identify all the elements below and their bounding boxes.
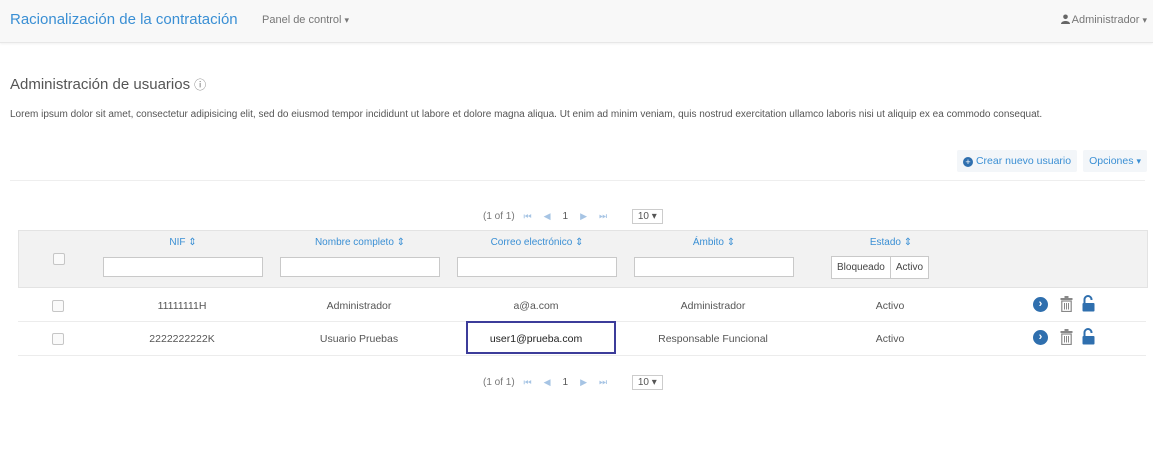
cell-ambito: Responsable Funcional (658, 333, 768, 345)
prev-page-icon[interactable]: ◀ (544, 211, 551, 221)
page-info: (1 of 1) (483, 211, 515, 222)
page-number[interactable]: 1 (563, 377, 569, 388)
cell-correo: a@a.com (513, 300, 559, 312)
rows-per-page-select[interactable]: 10 ▾ (631, 375, 663, 390)
row-checkbox[interactable] (52, 300, 64, 312)
user-menu[interactable]: Administrador ▾ (1060, 14, 1147, 26)
row-divider (18, 355, 1146, 356)
page-info: (1 of 1) (483, 377, 515, 388)
column-header-ambito[interactable]: Ámbito ⇕ (634, 237, 794, 248)
ambito-filter-input[interactable] (634, 257, 794, 277)
top-navbar: Racionalización de la contratación Panel… (0, 0, 1153, 43)
cell-ambito: Administrador (680, 300, 746, 312)
highlight-box (466, 321, 616, 354)
column-header-nif[interactable]: NIF ⇕ (103, 237, 263, 248)
page-title: Administración de usuarios ⓘ (10, 76, 206, 93)
chevron-down-icon: ▾ (344, 15, 350, 25)
nombre-filter-input[interactable] (280, 257, 440, 277)
user-menu-label: Administrador (1071, 14, 1140, 26)
panel-control-menu[interactable]: Panel de control ▾ (262, 14, 349, 26)
cell-nif: 2222222222K (149, 333, 215, 345)
cell-estado: Activo (875, 300, 905, 312)
page-title-text: Administración de usuarios (10, 76, 191, 93)
select-all-checkbox[interactable] (53, 253, 65, 265)
options-button[interactable]: Opciones ▾ (1083, 150, 1147, 172)
first-page-icon[interactable]: ⏮ (523, 377, 531, 387)
cell-estado: Activo (875, 333, 905, 345)
create-user-label: Crear nuevo usuario (975, 155, 1072, 167)
unlock-icon[interactable] (1082, 328, 1095, 345)
table-header: NIF ⇕ Nombre completo ⇕ Correo electróni… (18, 230, 1148, 288)
paginator-bottom: (1 of 1) ⏮ ◀ 1 ▶ ⏭ 10 ▾ (483, 375, 663, 390)
row-checkbox[interactable] (52, 333, 64, 345)
options-label: Opciones (1089, 155, 1134, 167)
nif-filter-input[interactable] (103, 257, 263, 277)
page-description: Lorem ipsum dolor sit amet, consectetur … (10, 109, 1043, 120)
arrow-right-circle-icon[interactable]: › (1033, 297, 1048, 312)
estado-activo-button[interactable]: Activo (890, 256, 930, 279)
chevron-down-icon: ▾ (1142, 15, 1147, 25)
paginator-top: (1 of 1) ⏮ ◀ 1 ▶ ⏭ 10 ▾ (483, 209, 663, 224)
estado-bloqueado-button[interactable]: Bloqueado (831, 256, 891, 279)
user-icon (1060, 14, 1070, 24)
trash-icon[interactable] (1060, 296, 1073, 312)
estado-filter: Bloqueado Activo (831, 256, 930, 279)
next-page-icon[interactable]: ▶ (580, 377, 587, 387)
first-page-icon[interactable]: ⏮ (523, 211, 531, 221)
create-user-button[interactable]: + Crear nuevo usuario (956, 150, 1078, 172)
prev-page-icon[interactable]: ◀ (544, 377, 551, 387)
divider (10, 180, 1145, 181)
action-bar: + Crear nuevo usuario Opciones ▾ (951, 150, 1147, 172)
column-header-correo[interactable]: Correo electrónico ⇕ (457, 237, 617, 248)
arrow-right-circle-icon[interactable]: › (1033, 330, 1048, 345)
info-circle-icon[interactable]: ⓘ (194, 78, 206, 92)
panel-control-label: Panel de control (262, 14, 342, 26)
page-number[interactable]: 1 (563, 211, 569, 222)
last-page-icon[interactable]: ⏭ (599, 377, 607, 387)
column-header-nombre[interactable]: Nombre completo ⇕ (280, 237, 440, 248)
plus-circle-icon: + (962, 157, 973, 167)
column-header-estado[interactable]: Estado ⇕ (831, 237, 951, 248)
last-page-icon[interactable]: ⏭ (599, 211, 607, 221)
unlock-icon[interactable] (1082, 295, 1095, 312)
cell-nombre: Usuario Pruebas (319, 333, 399, 345)
trash-icon[interactable] (1060, 329, 1073, 345)
rows-per-page-select[interactable]: 10 ▾ (631, 209, 663, 224)
correo-filter-input[interactable] (457, 257, 617, 277)
cell-nombre: Administrador (326, 300, 392, 312)
cell-nif: 11111111H (157, 300, 207, 312)
chevron-down-icon: ▾ (1136, 156, 1141, 166)
app-brand-link[interactable]: Racionalización de la contratación (10, 11, 238, 28)
next-page-icon[interactable]: ▶ (580, 211, 587, 221)
